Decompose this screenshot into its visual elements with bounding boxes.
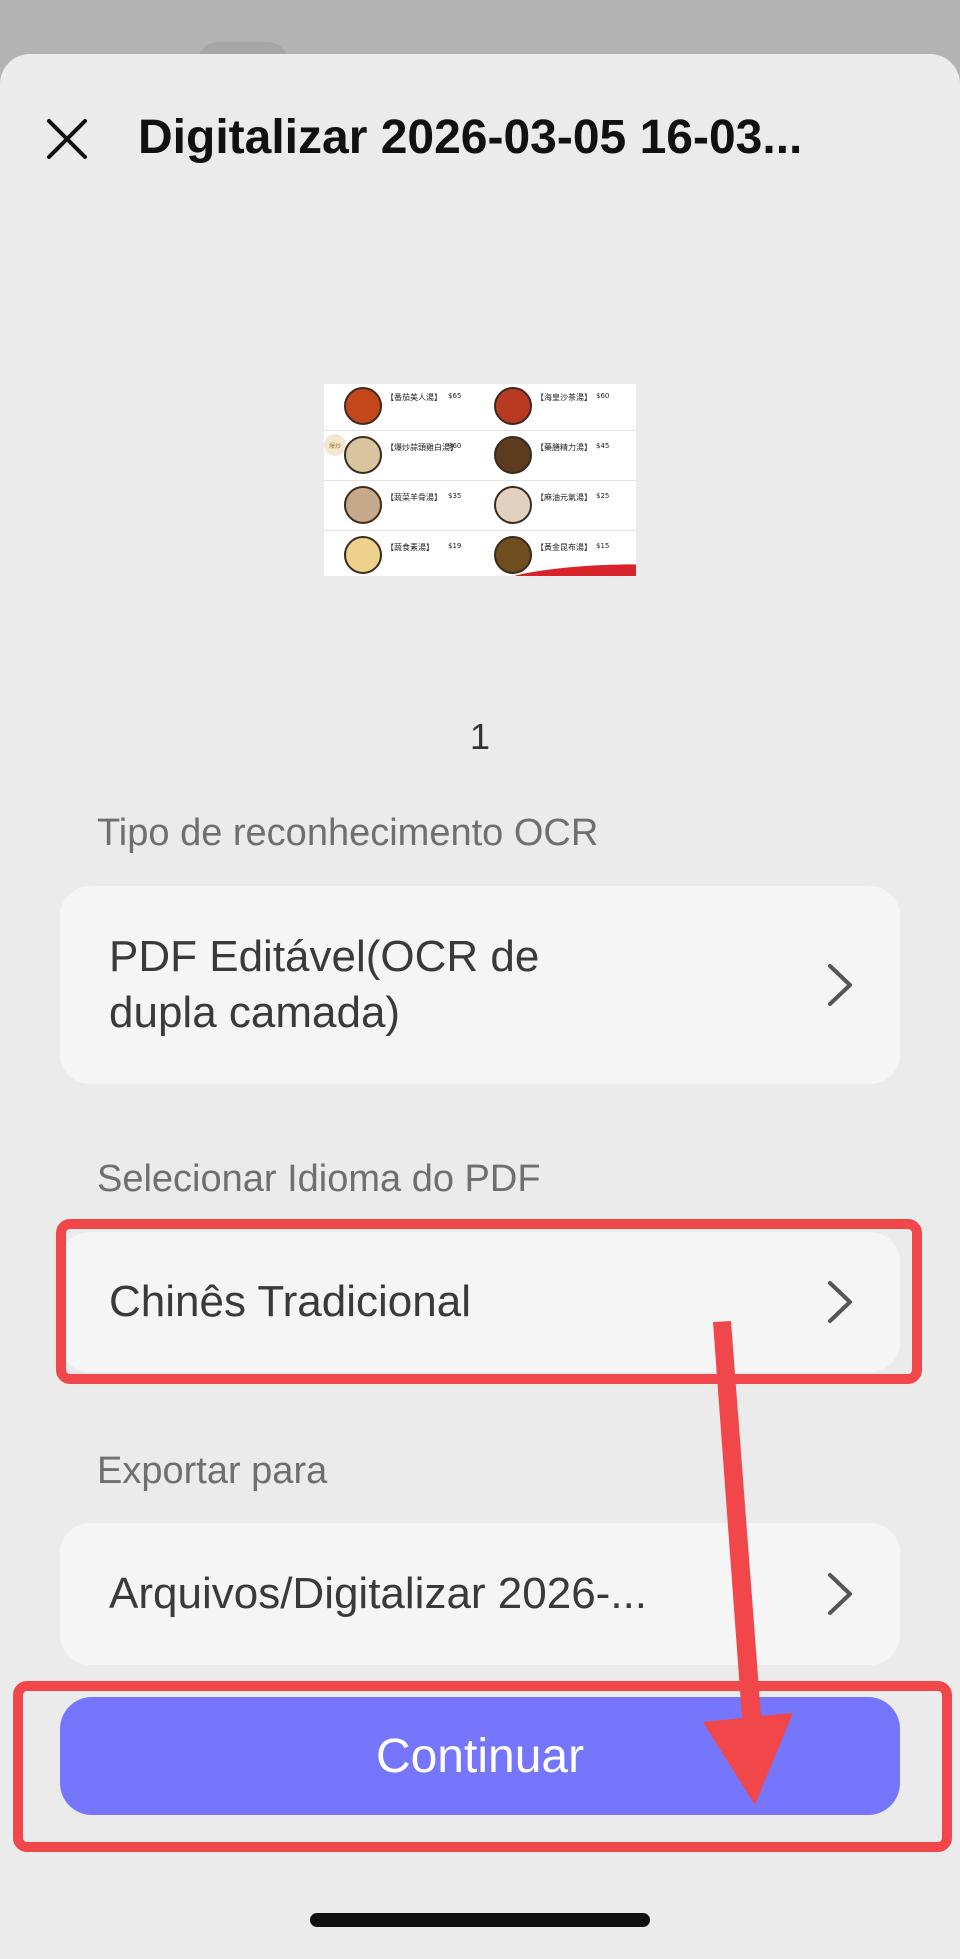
annotation-arrow — [703, 1321, 793, 1805]
home-indicator — [310, 1913, 650, 1927]
